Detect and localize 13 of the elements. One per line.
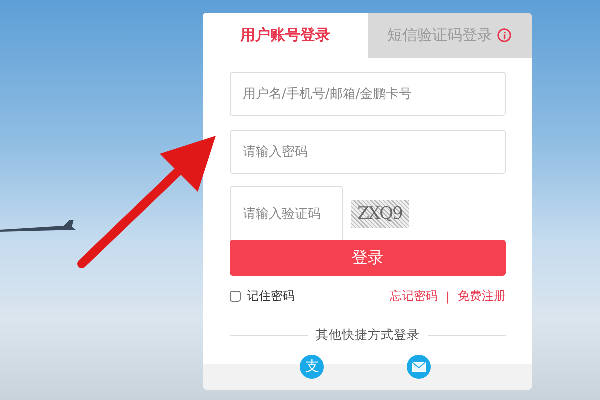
forgot-password-link[interactable]: 忘记密码	[390, 288, 438, 305]
register-link[interactable]: 免费注册	[458, 288, 506, 305]
remember-label: 记住密码	[247, 288, 295, 305]
mail-login-icon[interactable]	[406, 355, 431, 379]
username-field[interactable]: 用户名/手机号/邮箱/金鹏卡号	[230, 72, 506, 116]
login-button[interactable]: 登录	[230, 240, 506, 276]
quick-login-title: 其他快捷方式登录	[316, 327, 420, 344]
captcha-image[interactable]: ZXQ9	[351, 200, 409, 228]
remember-checkbox[interactable]	[230, 291, 241, 302]
password-field[interactable]: 请输入密码	[230, 130, 506, 174]
captcha-input-field[interactable]: 请输入验证码	[230, 186, 343, 242]
pay-login-icon[interactable]: 支	[300, 355, 324, 379]
link-separator: |	[446, 290, 450, 304]
